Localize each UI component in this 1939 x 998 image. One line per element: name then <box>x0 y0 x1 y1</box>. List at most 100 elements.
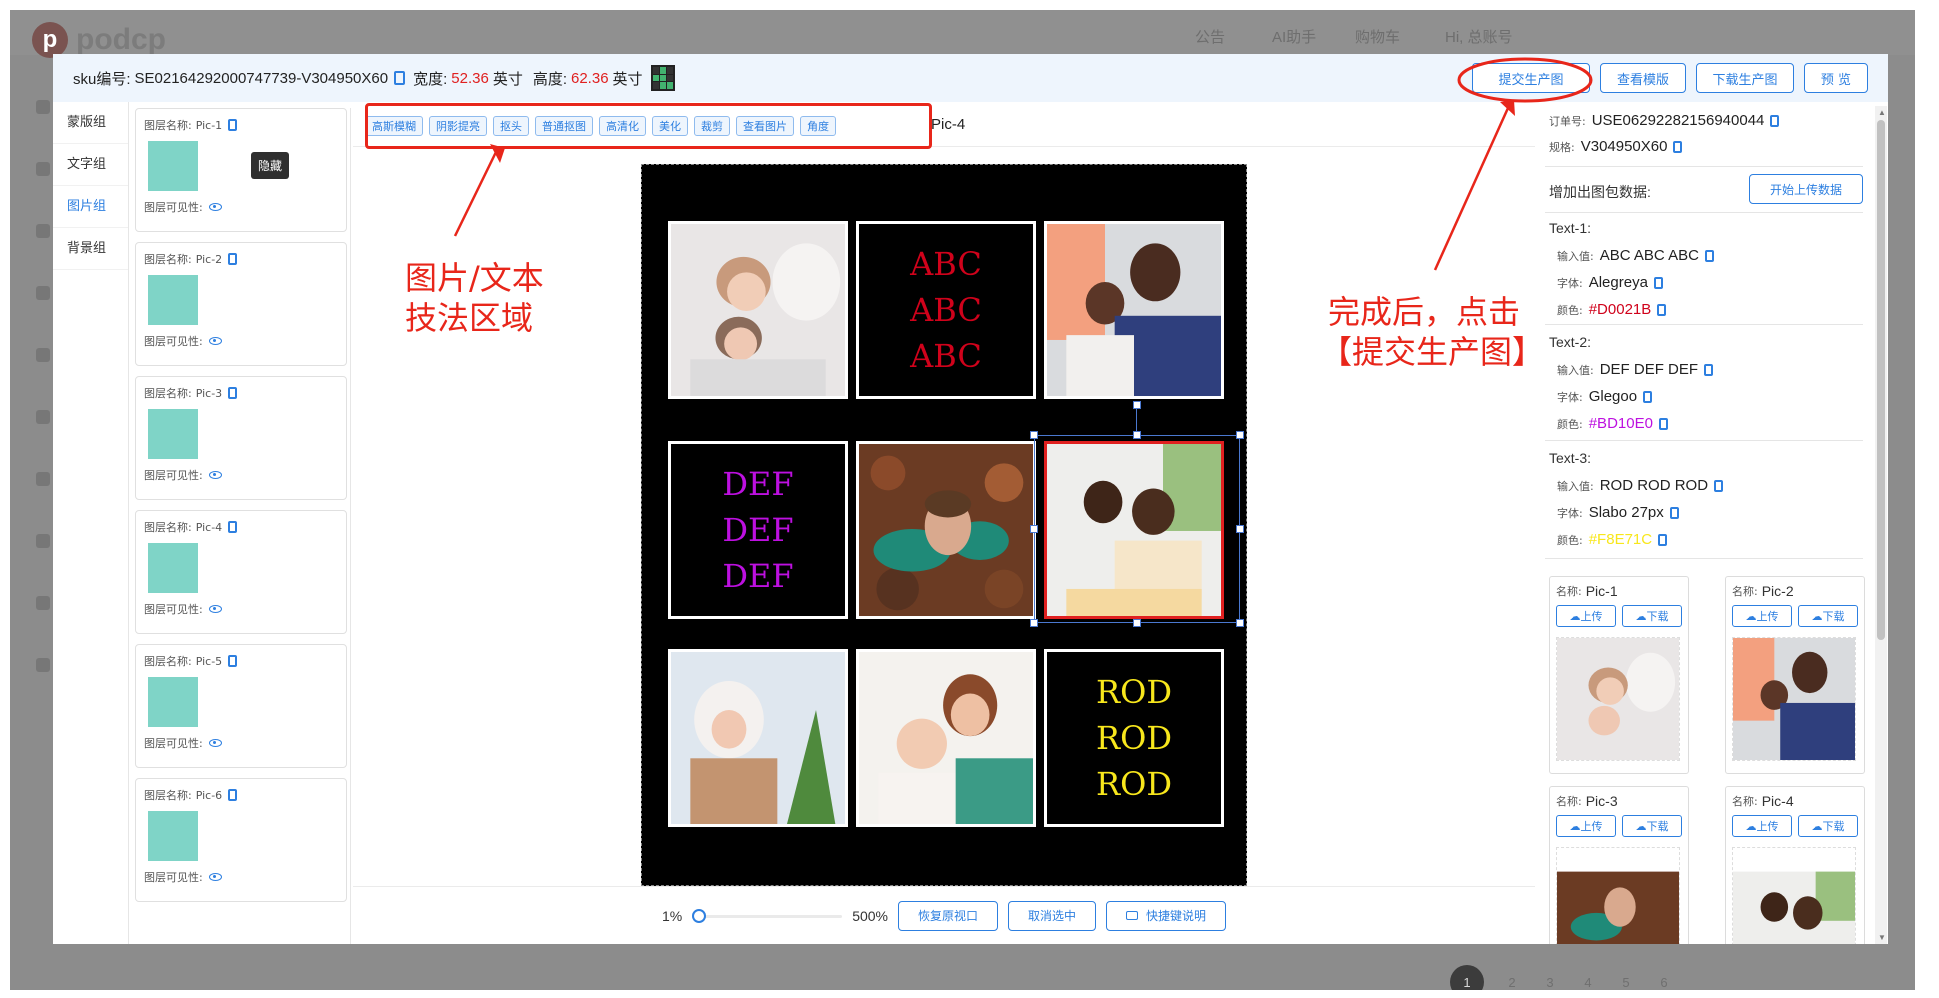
upload-button[interactable]: ☁ 上传 <box>1732 815 1792 837</box>
eye-icon[interactable] <box>208 739 222 747</box>
color-label: 颜色: <box>1557 303 1583 317</box>
download-button[interactable]: ☁ 下载 <box>1798 605 1858 627</box>
text-cell-rod[interactable]: ROD ROD ROD <box>1044 649 1224 827</box>
tab-text-group[interactable]: 文字组 <box>53 144 128 186</box>
copy-icon[interactable] <box>228 119 238 131</box>
pic-thumbnail[interactable] <box>1732 847 1856 944</box>
copy-icon[interactable] <box>1673 140 1683 153</box>
copy-icon[interactable] <box>1658 533 1668 546</box>
start-upload-data-button[interactable]: 开始上传数据 <box>1749 174 1863 204</box>
copy-icon[interactable] <box>1714 479 1724 492</box>
submit-production-button[interactable]: 提交生产图 <box>1472 63 1590 93</box>
text-cell-def[interactable]: DEF DEF DEF <box>668 441 848 619</box>
upload-button[interactable]: ☁ 上传 <box>1556 815 1616 837</box>
photo-cell-father-daughter[interactable] <box>1044 221 1224 399</box>
layer-name-label: 图层名称: <box>144 253 192 266</box>
download-button[interactable]: ☁ 下载 <box>1622 815 1682 837</box>
download-button[interactable]: ☁ 下载 <box>1622 605 1682 627</box>
copy-icon[interactable] <box>1658 417 1668 430</box>
eye-icon[interactable] <box>208 873 222 881</box>
eye-icon[interactable] <box>208 337 222 345</box>
copy-icon[interactable] <box>1704 363 1714 376</box>
copy-icon[interactable] <box>228 789 238 801</box>
tab-background-group[interactable]: 背景组 <box>53 228 128 270</box>
scroll-down-icon[interactable]: ▼ <box>1878 933 1886 942</box>
rotate-handle[interactable] <box>1133 401 1141 409</box>
copy-icon[interactable] <box>394 71 406 85</box>
layer-thumbnail[interactable] <box>148 811 198 861</box>
layer-thumbnail[interactable] <box>148 141 198 191</box>
text-cell-abc[interactable]: ABC ABC ABC <box>856 221 1036 399</box>
color-value: #BD10E0 <box>1588 415 1653 432</box>
reset-viewport-button[interactable]: 恢复原视口 <box>898 900 999 931</box>
layer-card[interactable]: 图层名称: Pic-4 图层可见性: <box>135 510 347 634</box>
layer-card[interactable]: 图层名称: Pic-1 图层可见性: <box>135 108 347 232</box>
pic-thumbnail[interactable] <box>1732 637 1856 761</box>
copy-icon[interactable] <box>1704 249 1714 262</box>
shortcut-help-button[interactable]: 快捷键说明 <box>1106 900 1227 931</box>
scrollbar-thumb[interactable] <box>1877 120 1885 640</box>
annotation-submit: 完成后，点击 【提交生产图】 <box>1320 292 1544 372</box>
download-production-button[interactable]: 下载生产图 <box>1696 63 1794 93</box>
family-photo <box>1047 224 1221 396</box>
copy-icon[interactable] <box>1643 390 1653 403</box>
layer-thumbnail[interactable] <box>148 409 198 459</box>
resize-handle[interactable] <box>1133 431 1141 439</box>
zoom-slider-knob[interactable] <box>692 908 707 923</box>
text-2-block: Text-2: 输入值: DEF DEF DEF 字体: Glegoo 颜色: #BD… <box>1549 334 1714 437</box>
text-line: ROD <box>1096 673 1172 711</box>
right-panel-scrollbar[interactable]: ▲ ▼ <box>1875 106 1887 944</box>
input-label: 输入值: <box>1557 363 1594 377</box>
artboard[interactable]: ABC ABC ABC DEF DEF DEF ROD ROD ROD <box>641 164 1247 886</box>
copy-icon[interactable] <box>1669 506 1679 519</box>
selection-box[interactable] <box>1034 435 1240 623</box>
text-line: ABC <box>910 291 982 329</box>
tab-mask-group[interactable]: 蒙版组 <box>53 102 128 144</box>
eye-icon[interactable] <box>208 605 222 613</box>
resize-handle[interactable] <box>1236 431 1244 439</box>
layer-card[interactable]: 图层名称: Pic-2 图层可见性: <box>135 242 347 366</box>
bg-side-icon <box>36 286 50 300</box>
layer-thumbnail[interactable] <box>148 275 198 325</box>
layer-thumbnail[interactable] <box>148 543 198 593</box>
copy-icon[interactable] <box>228 655 238 667</box>
copy-icon[interactable] <box>1770 114 1780 127</box>
resize-handle[interactable] <box>1236 619 1244 627</box>
photo-cell-winter-child[interactable] <box>668 649 848 827</box>
photo-cell-kids-sleeping[interactable] <box>668 221 848 399</box>
pic-thumbnail[interactable] <box>1556 637 1680 761</box>
zoom-slider-track[interactable] <box>692 914 843 918</box>
zoom-slider[interactable] <box>692 908 843 923</box>
layer-card[interactable]: 图层名称: Pic-3 图层可见性: <box>135 376 347 500</box>
copy-icon[interactable] <box>228 253 238 265</box>
upload-button[interactable]: ☁ 上传 <box>1556 605 1616 627</box>
copy-icon[interactable] <box>1653 276 1663 289</box>
photo-cell-mother-baby[interactable] <box>856 649 1036 827</box>
copy-icon[interactable] <box>1657 303 1667 316</box>
copy-icon[interactable] <box>228 521 238 533</box>
resize-handle[interactable] <box>1030 619 1038 627</box>
layer-card[interactable]: 图层名称: Pic-6 图层可见性: <box>135 778 347 902</box>
pic-thumbnail[interactable] <box>1556 847 1680 944</box>
scroll-up-icon[interactable]: ▲ <box>1878 108 1886 117</box>
layer-card[interactable]: 图层名称: Pic-5 图层可见性: <box>135 644 347 768</box>
pager-item: 6 <box>1660 974 1668 990</box>
photo-cell-boy-leaves[interactable] <box>856 441 1036 619</box>
copy-icon[interactable] <box>228 387 238 399</box>
upload-button[interactable]: ☁ 上传 <box>1732 605 1792 627</box>
layer-thumbnail[interactable] <box>148 677 198 727</box>
view-template-button[interactable]: 查看模版 <box>1600 63 1686 93</box>
resize-handle[interactable] <box>1133 619 1141 627</box>
eye-icon[interactable] <box>208 203 222 211</box>
deselect-button[interactable]: 取消选中 <box>1008 900 1097 931</box>
eye-icon[interactable] <box>208 471 222 479</box>
resize-handle[interactable] <box>1030 525 1038 533</box>
text-line: ROD <box>1096 765 1172 803</box>
resize-handle[interactable] <box>1030 431 1038 439</box>
modal-header: sku编号: SE02164292000747739-V304950X60 宽度… <box>53 54 1888 102</box>
tab-image-group[interactable]: 图片组 <box>53 186 128 228</box>
resize-handle[interactable] <box>1236 525 1244 533</box>
download-button[interactable]: ☁ 下载 <box>1798 815 1858 837</box>
preview-button[interactable]: 预 览 <box>1804 63 1868 93</box>
sku-label: sku编号: <box>73 70 131 88</box>
